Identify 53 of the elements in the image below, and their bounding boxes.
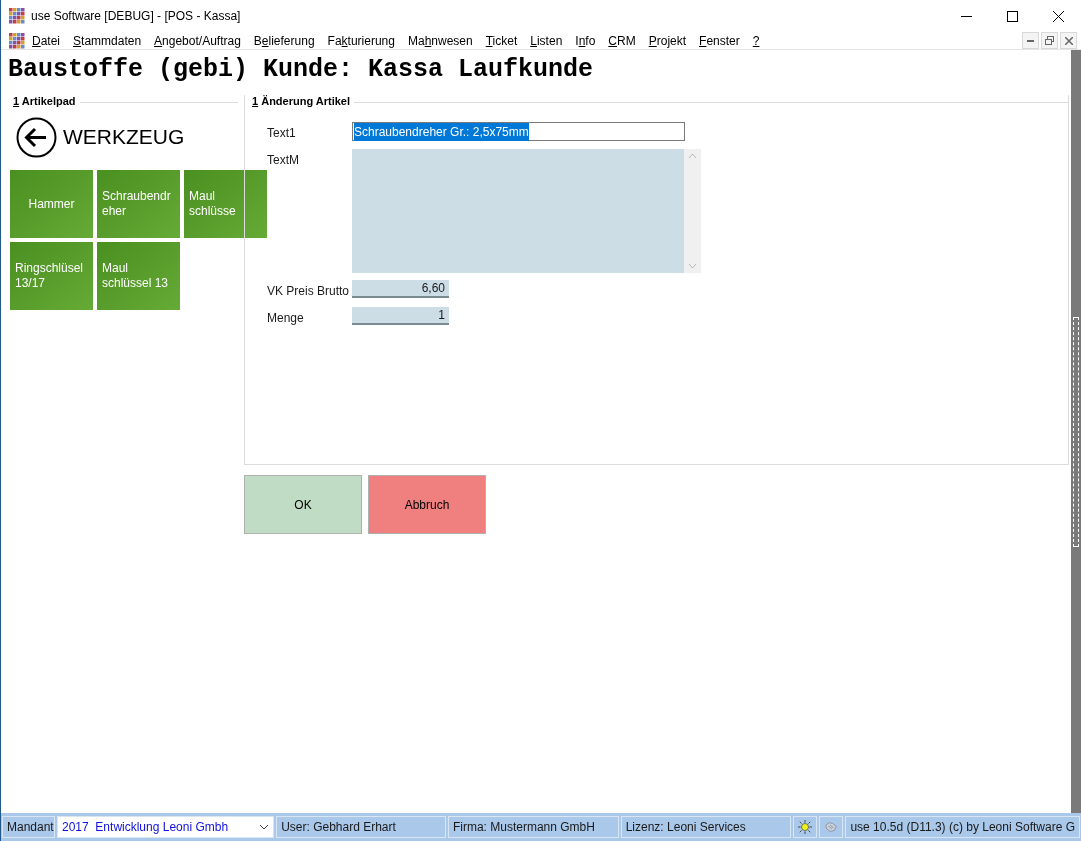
user-status: User: Gebhard Erhart: [276, 816, 446, 838]
menu-item[interactable]: ?: [752, 32, 760, 49]
textarea-field[interactable]: [352, 149, 684, 273]
minimize-icon: [1027, 39, 1034, 42]
field-label: Text1: [267, 125, 297, 142]
close-icon: [1052, 10, 1064, 22]
menu-item[interactable]: Fenster: [699, 32, 740, 49]
page-heading: Baustoffe (gebi) Kunde: Kassa Laufkunde: [7, 54, 595, 85]
app-icon: [9, 32, 25, 49]
scroll-down-icon[interactable]: [688, 263, 697, 269]
menu-item[interactable]: Belieferung: [253, 32, 315, 49]
menu-item[interactable]: Mahnwesen: [407, 32, 473, 49]
article-tile[interactable]: Maul schlüssel 13: [97, 242, 180, 310]
menu-item[interactable]: Ticket: [485, 32, 518, 49]
section-title: 1 Änderung Artikel: [251, 95, 351, 108]
version-status: use 10.5d (D11.3) (c) by Leoni Software G: [845, 816, 1080, 838]
license-status: Lizenz: Leoni Services: [620, 816, 792, 838]
field-label: Menge: [267, 310, 305, 327]
number-field[interactable]: 6,60: [352, 280, 449, 298]
child-restore-button[interactable]: [1041, 32, 1058, 49]
minimize-icon: [960, 15, 972, 17]
menu-item[interactable]: Info: [575, 32, 596, 49]
scrollbar[interactable]: [1071, 50, 1081, 813]
menu-item[interactable]: Listen: [530, 32, 563, 49]
chevron-down-icon: [259, 824, 270, 830]
firma-status: Firma: Mustermann GmbH: [447, 816, 619, 838]
mandant-label: Mandant: [2, 816, 55, 838]
field-label: VK Preis Brutto: [267, 283, 351, 300]
menu-item[interactable]: Fakturierung: [327, 32, 395, 49]
maximize-icon: [1006, 10, 1018, 22]
bulb-icon[interactable]: [798, 819, 813, 835]
menu-item[interactable]: CRM: [608, 32, 636, 49]
field-label: TextM: [267, 152, 300, 169]
window-title: use Software [DEBUG] - [POS - Kassa]: [31, 8, 241, 25]
menu-item[interactable]: Projekt: [648, 32, 687, 49]
restore-icon: [1045, 36, 1054, 45]
cancel-button[interactable]: Abbruch: [368, 475, 486, 534]
number-field[interactable]: 1: [352, 307, 449, 325]
close-icon: [1064, 36, 1073, 45]
ok-button[interactable]: OK: [244, 475, 362, 534]
child-close-button[interactable]: [1060, 32, 1077, 49]
scroll-up-icon[interactable]: [688, 153, 697, 159]
app-icon: [9, 8, 25, 24]
child-minimize-button[interactable]: [1022, 32, 1039, 49]
mandant-select[interactable]: 2017 Entwicklung Leoni Gmbh: [57, 816, 275, 838]
menu-item[interactable]: Angebot/Auftrag: [154, 32, 241, 49]
menu-item[interactable]: Stammdaten: [73, 32, 142, 49]
text-field[interactable]: Schraubendreher Gr.: 2,5x75mm: [352, 122, 685, 141]
menu-item[interactable]: Datei: [32, 32, 61, 49]
section-title: 1 Artikelpad: [12, 95, 77, 108]
category-title: WERKZEUG: [63, 124, 185, 151]
article-tile[interactable]: Maul schlüsse: [184, 170, 267, 238]
scrollbar[interactable]: [684, 149, 701, 273]
